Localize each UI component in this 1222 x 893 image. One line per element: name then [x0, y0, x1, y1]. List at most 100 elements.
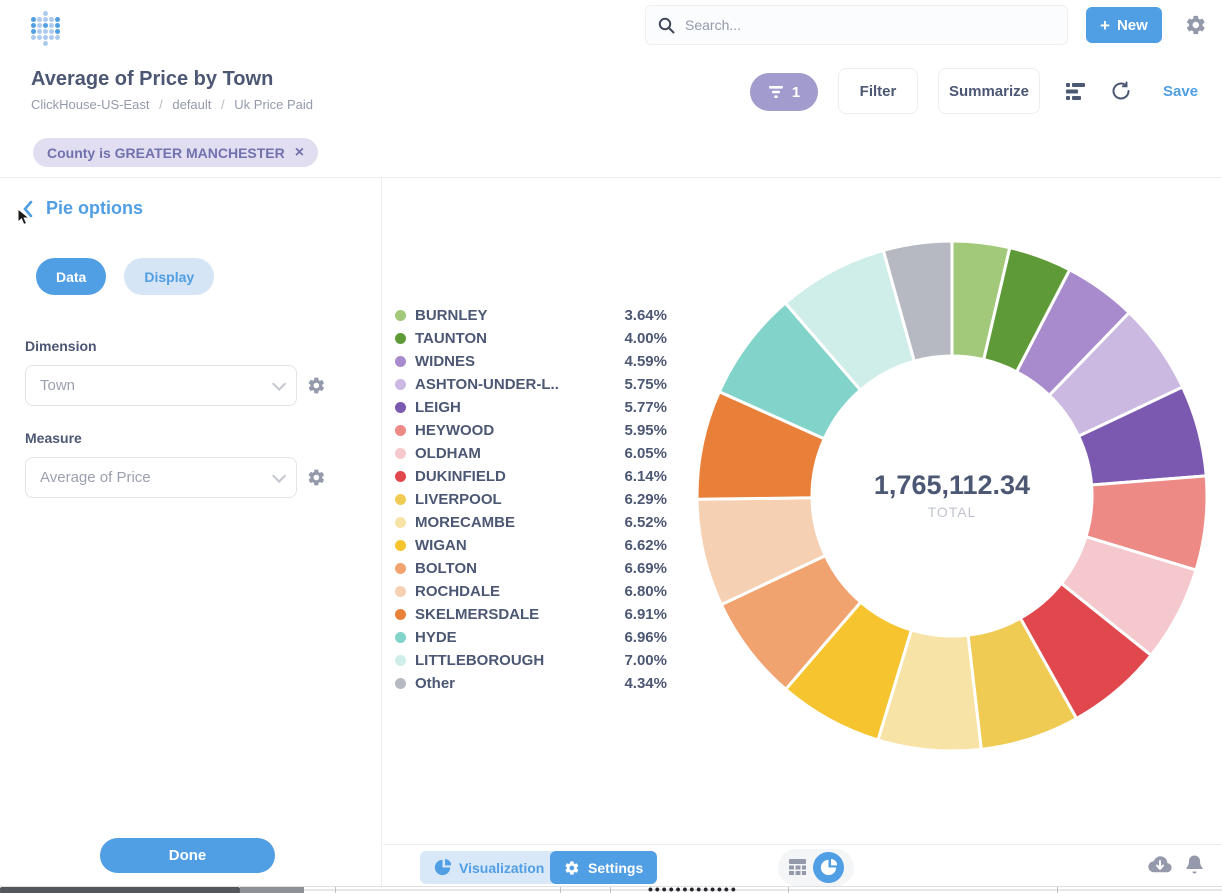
legend-percent: 6.52% [624, 514, 667, 531]
settings-button[interactable]: Settings [550, 851, 657, 884]
page-title: Average of Price by Town [31, 68, 273, 91]
legend-dot [395, 379, 406, 390]
dimension-gear-icon[interactable] [307, 376, 326, 395]
visualization-label: Visualization [459, 860, 544, 876]
question-history-icon[interactable] [1110, 80, 1132, 102]
filter-button[interactable]: Filter [838, 68, 918, 114]
legend-item-burnley[interactable]: BURNLEY3.64% [395, 304, 667, 327]
legend-percent: 6.29% [624, 491, 667, 508]
legend-percent: 4.00% [624, 330, 667, 347]
legend-dot [395, 333, 406, 344]
search-bar[interactable] [645, 5, 1068, 45]
admin-gear-icon[interactable] [1185, 14, 1207, 36]
legend-item-widnes[interactable]: WIDNES4.59% [395, 350, 667, 373]
search-input[interactable] [685, 17, 1055, 33]
breadcrumb: ClickHouse-US-East / default / Uk Price … [31, 97, 313, 112]
legend-label: BOLTON [415, 560, 624, 577]
legend-dot [395, 402, 406, 413]
legend-label: WIDNES [415, 353, 624, 370]
legend-dot [395, 678, 406, 689]
filter-chip-label: County is GREATER MANCHESTER [47, 145, 285, 161]
legend-percent: 7.00% [624, 652, 667, 669]
legend-item-bolton[interactable]: BOLTON6.69% [395, 557, 667, 580]
summarize-button[interactable]: Summarize [938, 68, 1040, 114]
legend-label: DUKINFIELD [415, 468, 624, 485]
visualization-button[interactable]: Visualization [420, 851, 558, 884]
legend-label: LITTLEBOROUGH [415, 652, 624, 669]
breadcrumb-database[interactable]: ClickHouse-US-East [31, 97, 149, 112]
sidebar-title: Pie options [46, 198, 143, 219]
chart-view-icon[interactable] [813, 852, 844, 883]
new-button[interactable]: + New [1086, 7, 1162, 43]
download-icon[interactable] [1148, 855, 1172, 875]
donut-chart [694, 238, 1210, 754]
legend-label: WIGAN [415, 537, 624, 554]
legend-item-dukinfield[interactable]: DUKINFIELD6.14% [395, 465, 667, 488]
notification-bell-icon[interactable] [1185, 854, 1204, 875]
legend-dot [395, 655, 406, 666]
legend-label: BURNLEY [415, 307, 624, 324]
legend-item-morecambe[interactable]: MORECAMBE6.52% [395, 511, 667, 534]
legend-label: Other [415, 675, 624, 692]
save-button[interactable]: Save [1163, 83, 1198, 100]
legend-item-littleborough[interactable]: LITTLEBOROUGH7.00% [395, 649, 667, 672]
masked-row-dots: ••••••••••••• [648, 886, 738, 893]
legend-label: HYDE [415, 629, 624, 646]
measure-gear-icon[interactable] [307, 468, 326, 487]
dimension-select[interactable]: Town [25, 365, 297, 406]
top-nav-bar: + New [0, 0, 1222, 50]
legend-dot [395, 356, 406, 367]
table-column-border [788, 887, 789, 893]
active-filters-pill[interactable]: 1 [750, 73, 818, 111]
legend-item-liverpool[interactable]: LIVERPOOL6.29% [395, 488, 667, 511]
legend-item-rochdale[interactable]: ROCHDALE6.80% [395, 580, 667, 603]
legend-dot [395, 471, 406, 482]
funnel-icon [768, 85, 784, 99]
legend-item-hyde[interactable]: HYDE6.96% [395, 626, 667, 649]
legend-percent: 5.75% [624, 376, 667, 393]
new-button-label: New [1117, 17, 1148, 34]
legend-label: ASHTON-UNDER-L.. [415, 376, 624, 393]
filter-chip-close-icon[interactable]: × [295, 145, 304, 161]
legend-label: LEIGH [415, 399, 624, 416]
legend-item-wigan[interactable]: WIGAN6.62% [395, 534, 667, 557]
legend-percent: 6.05% [624, 445, 667, 462]
notebook-editor-icon[interactable] [1065, 81, 1086, 102]
mouse-cursor [16, 208, 32, 226]
metabase-logo-icon[interactable] [30, 10, 60, 42]
breadcrumb-table[interactable]: Uk Price Paid [234, 97, 313, 112]
legend-dot [395, 425, 406, 436]
measure-select[interactable]: Average of Price [25, 457, 297, 498]
legend-item-heywood[interactable]: HEYWOOD5.95% [395, 419, 667, 442]
scrollbar-thumb-edge [240, 887, 304, 893]
legend-percent: 5.95% [624, 422, 667, 439]
legend-item-leigh[interactable]: LEIGH5.77% [395, 396, 667, 419]
legend-item-ashton-under-l-[interactable]: ASHTON-UNDER-L..5.75% [395, 373, 667, 396]
settings-label: Settings [588, 860, 643, 876]
filter-chip[interactable]: County is GREATER MANCHESTER × [33, 138, 318, 167]
legend-percent: 6.80% [624, 583, 667, 600]
chevron-down-icon [272, 468, 286, 482]
sidebar-back[interactable]: Pie options [22, 198, 143, 219]
view-toggle [778, 849, 854, 886]
metabase-app: + New Average of Price by Town ClickHous… [0, 0, 1222, 893]
measure-label: Measure [25, 430, 82, 446]
legend-label: HEYWOOD [415, 422, 624, 439]
tab-display[interactable]: Display [124, 258, 214, 295]
gear-icon [564, 860, 580, 876]
table-column-border [335, 887, 336, 893]
table-view-icon[interactable] [788, 858, 807, 877]
legend-dot [395, 609, 406, 620]
legend-item-oldham[interactable]: OLDHAM6.05% [395, 442, 667, 465]
legend-item-other[interactable]: Other4.34% [395, 672, 667, 695]
legend-percent: 6.62% [624, 537, 667, 554]
legend-item-taunton[interactable]: TAUNTON4.00% [395, 327, 667, 350]
breadcrumb-schema[interactable]: default [172, 97, 211, 112]
dimension-label: Dimension [25, 338, 97, 354]
legend-percent: 4.34% [624, 675, 667, 692]
done-button[interactable]: Done [100, 838, 275, 873]
scrollbar-thumb[interactable] [0, 887, 240, 893]
tab-data[interactable]: Data [36, 258, 106, 295]
legend-percent: 5.77% [624, 399, 667, 416]
legend-item-skelmersdale[interactable]: SKELMERSDALE6.91% [395, 603, 667, 626]
